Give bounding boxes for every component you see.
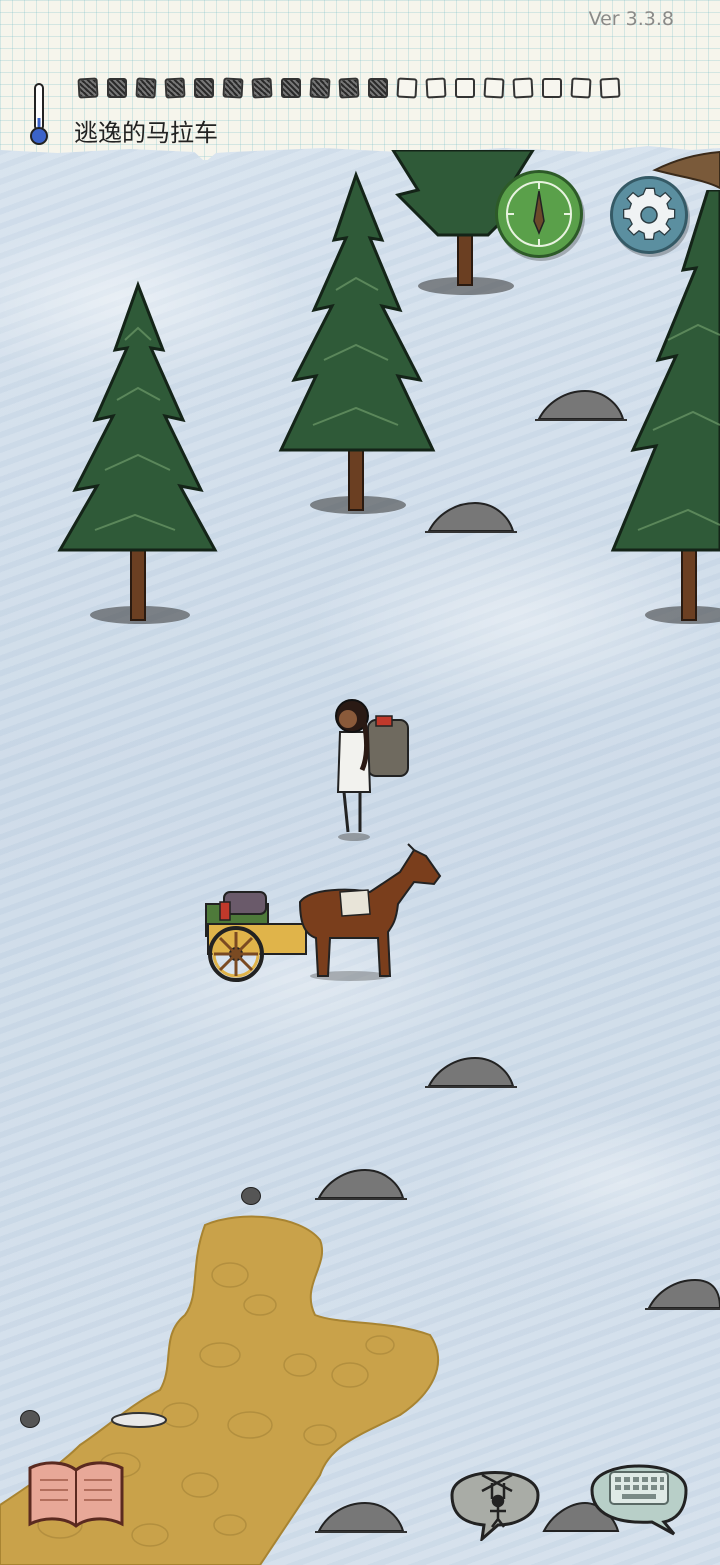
day-box-empty <box>570 77 592 99</box>
day-box-filled <box>194 78 214 98</box>
rock <box>645 1278 720 1310</box>
day-box-filled <box>164 77 186 99</box>
pebble <box>241 1187 261 1205</box>
compass-button[interactable] <box>495 170 583 258</box>
quest-title: 逃逸的马拉车 <box>74 119 218 147</box>
horse-cart[interactable] <box>200 842 446 984</box>
day-box-filled <box>77 77 99 99</box>
day-box-empty <box>425 77 447 99</box>
pine-tree <box>57 280 218 624</box>
player-character[interactable] <box>326 692 416 842</box>
day-box-empty <box>542 78 562 98</box>
rock <box>315 1168 407 1200</box>
day-box-empty <box>512 77 534 99</box>
day-box-filled <box>222 77 244 99</box>
settings-button[interactable] <box>610 176 688 254</box>
day-box-filled <box>309 77 331 99</box>
rock <box>315 1501 407 1533</box>
day-box-filled <box>281 78 301 98</box>
day-box-filled <box>135 77 157 99</box>
day-box-filled <box>107 78 127 98</box>
puppet-button[interactable] <box>442 1455 548 1541</box>
day-box-filled <box>338 77 360 99</box>
day-box-empty <box>483 77 505 99</box>
book-icon <box>28 1461 124 1528</box>
day-box-empty <box>455 78 475 98</box>
keyboard-button[interactable] <box>586 1450 692 1536</box>
header-paper: Ver 3.3.8 逃逸的马拉车 <box>0 0 720 160</box>
day-box-filled <box>251 77 273 99</box>
day-box-empty <box>396 77 418 99</box>
compass-icon <box>506 181 572 247</box>
gear-icon <box>623 187 676 240</box>
day-box-empty <box>599 77 621 99</box>
day-box-filled <box>368 78 388 98</box>
keyboard-icon <box>609 1471 669 1505</box>
bone <box>111 1412 167 1428</box>
pebble <box>20 1410 40 1428</box>
version-label: Ver 3.3.8 <box>588 8 674 30</box>
day-tracker <box>77 77 621 99</box>
rock <box>535 389 627 421</box>
thermometer-icon <box>30 83 48 145</box>
journal-button[interactable] <box>26 1458 126 1530</box>
rock <box>425 501 517 533</box>
rock <box>425 1056 517 1088</box>
